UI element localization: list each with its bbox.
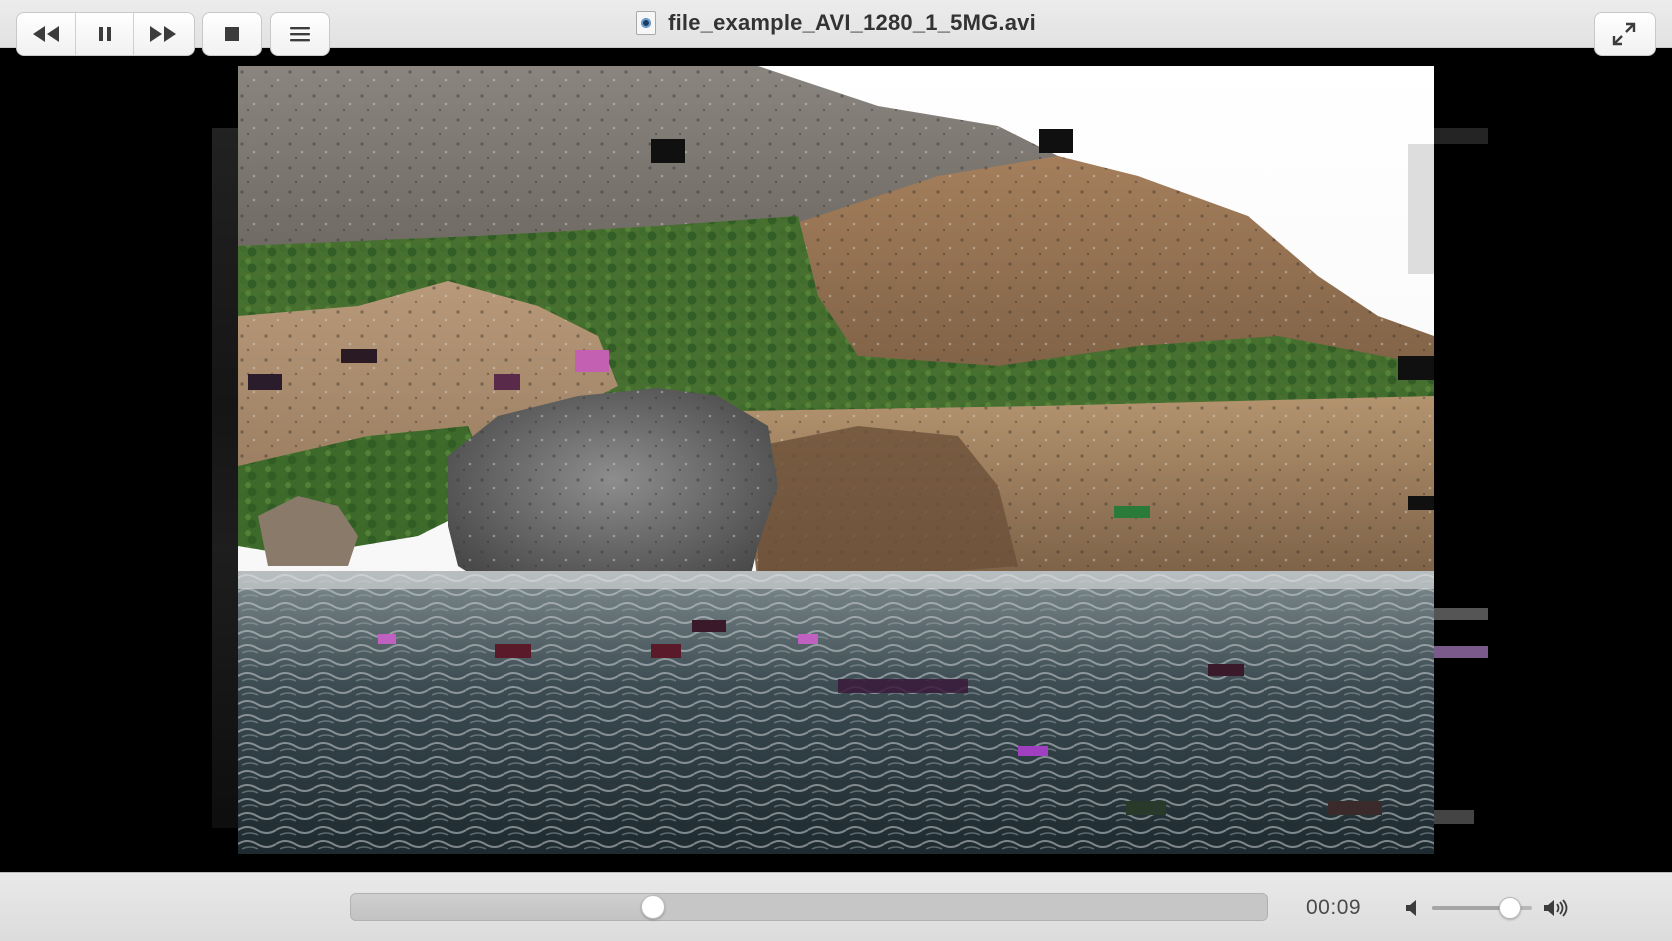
video-artifact [1434,608,1488,620]
video-file-icon [636,11,657,35]
seek-bar-progress [351,894,654,920]
fast-forward-icon [149,26,176,42]
volume-slider-handle[interactable] [1499,897,1521,919]
transport-button-group [16,12,195,56]
playlist-button-group [270,12,330,56]
volume-low-icon[interactable] [1404,898,1422,918]
video-frame-image [238,66,1434,854]
seek-bar[interactable] [350,893,1268,921]
pause-button[interactable] [75,13,133,55]
fast-forward-button[interactable] [133,13,191,55]
elapsed-time: 00:09 [1306,896,1362,919]
fullscreen-button-group [1594,12,1656,56]
video-artifact [1434,646,1488,658]
window-title: file_example_AVI_1280_1_5MG.avi [668,10,1036,35]
video-artifact [212,128,238,828]
video-artifact [1434,128,1488,144]
playlist-button[interactable] [271,13,329,55]
video-area[interactable] [0,48,1672,872]
stop-button-group [202,12,262,56]
seek-bar-handle[interactable] [640,895,665,919]
stop-icon [225,27,239,41]
playlist-icon [290,27,310,42]
fullscreen-button[interactable] [1595,13,1653,55]
stop-button[interactable] [203,13,261,55]
rewind-icon [33,26,59,42]
pause-icon [98,27,111,41]
rewind-button[interactable] [17,13,75,55]
video-frame[interactable] [238,66,1434,854]
video-artifact [1434,810,1474,824]
fullscreen-icon [1612,22,1636,46]
media-player-window: file_example_AVI_1280_1_5MG.avi 00:09 [0,0,1672,941]
volume-high-icon[interactable] [1542,898,1570,918]
